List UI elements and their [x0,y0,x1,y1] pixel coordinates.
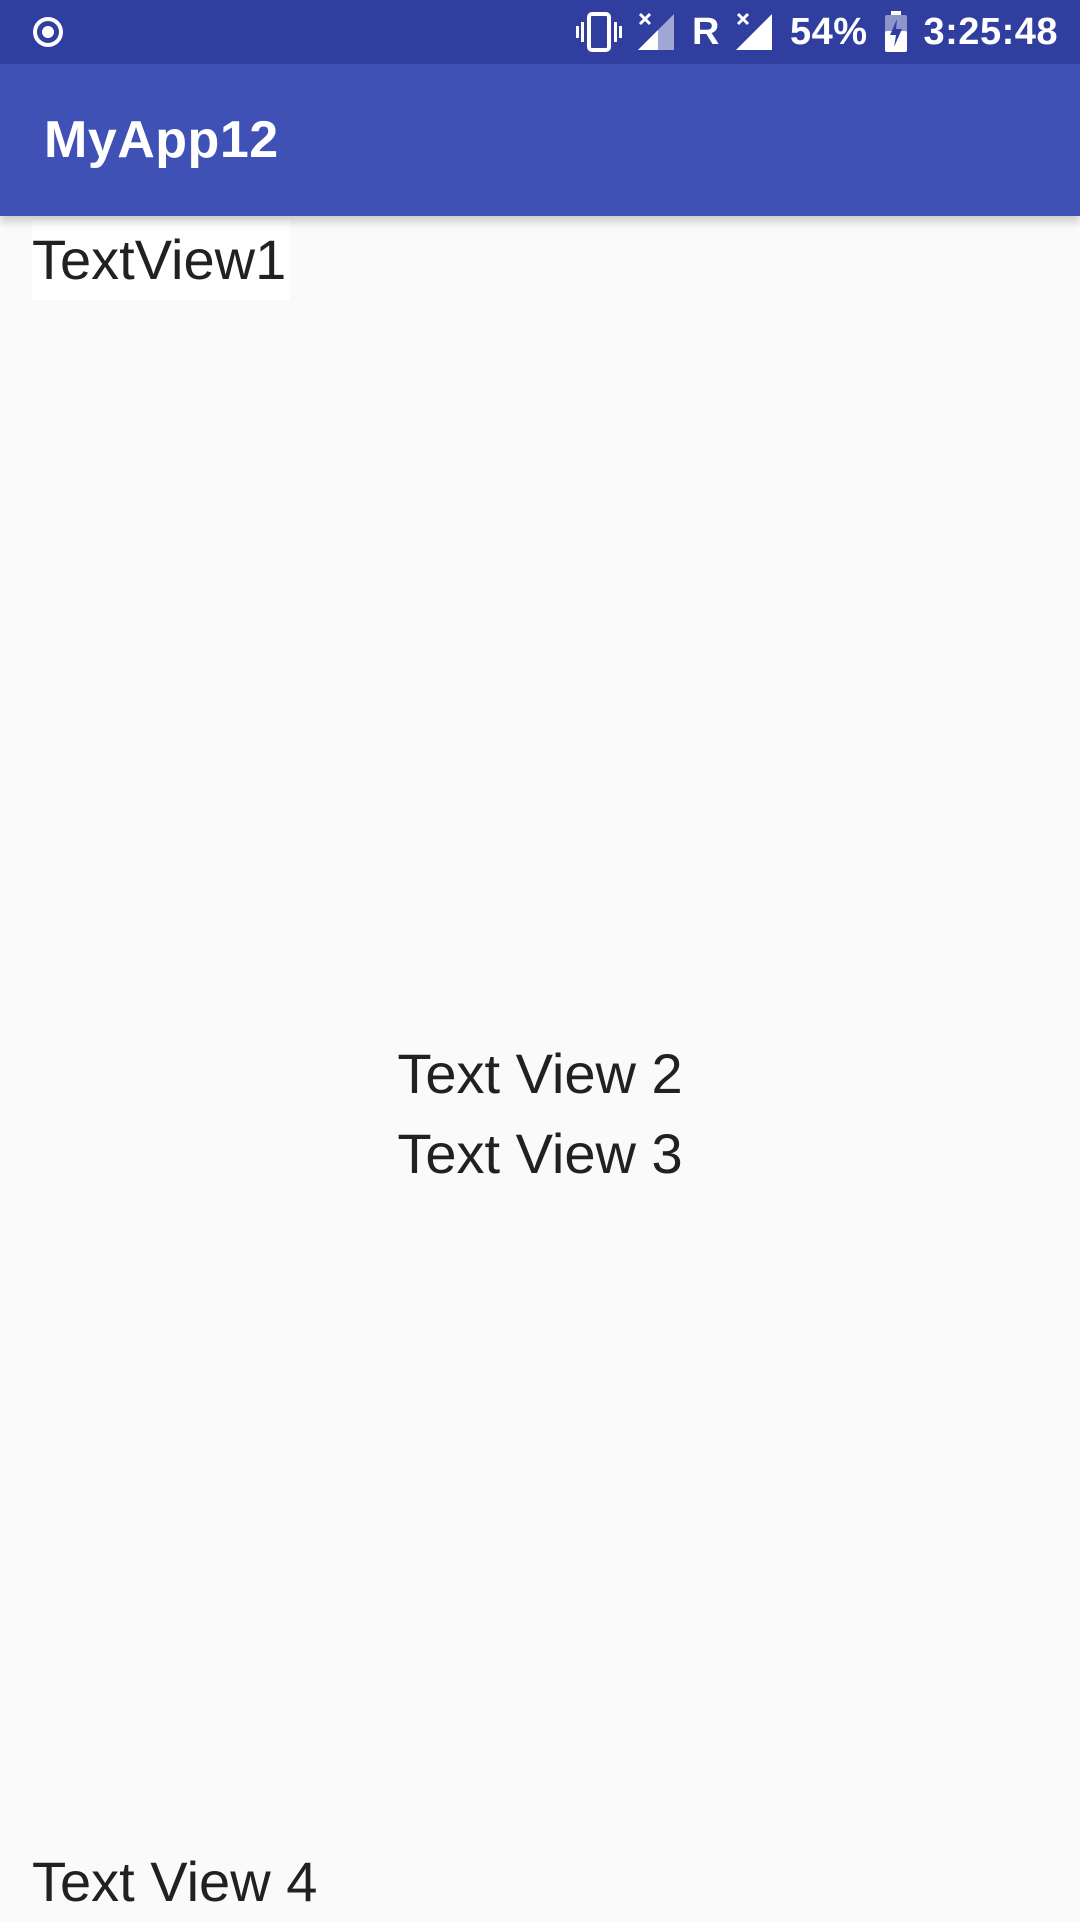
battery-charging-icon [884,11,908,53]
text-view-4: Text View 4 [32,1850,318,1913]
vibrate-icon [576,12,622,52]
record-icon [32,16,64,48]
text-view-1: TextView1 [32,220,291,300]
app-bar: MyApp12 [0,64,1080,216]
clock: 3:25:48 [923,11,1058,53]
status-icons: R 54% 3:25:48 [576,0,1058,64]
text-view-3: Text View 3 [397,1122,683,1185]
app-title: MyApp12 [44,111,279,169]
center-text-group: Text View 2 Text View 3 [0,1034,1080,1194]
status-bar: R 54% 3:25:48 [0,0,1080,64]
main-content: TextView1 Text View 2 Text View 3 Text V… [0,216,1080,1920]
signal-no-service-icon [638,12,676,52]
roaming-indicator: R [692,11,720,53]
signal-icon [735,12,774,52]
battery-percentage: 54% [789,11,868,53]
text-view-2: Text View 2 [397,1042,683,1105]
